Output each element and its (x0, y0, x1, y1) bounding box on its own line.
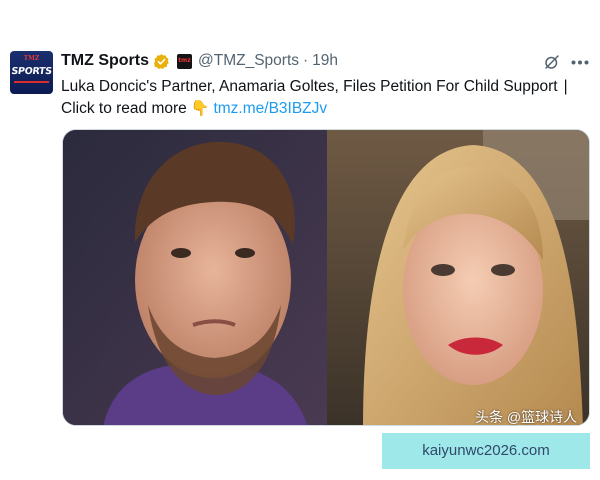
read-more-text: Click to read more (61, 100, 187, 117)
tweet-photo[interactable] (62, 129, 590, 426)
headline-text: Luka Doncic's Partner, Anamaria Goltes, … (61, 78, 558, 95)
verified-badge-icon[interactable] (153, 53, 170, 70)
tweet-card[interactable]: TMZ SPORTS TMZ Sports tmz @TMZ_Sports · … (0, 0, 600, 480)
author-handle[interactable]: @TMZ_Sports (198, 52, 299, 70)
affiliate-badge[interactable]: tmz (177, 53, 192, 69)
pointing-down-emoji-icon: 👇 (190, 100, 210, 117)
avatar-logo-small-text: TMZ (23, 55, 40, 62)
author-name[interactable]: TMZ Sports (61, 52, 149, 70)
tweet-text-line2: Click to read more 👇 tmz.me/B3IBZJv (61, 98, 591, 120)
avatar[interactable]: TMZ SPORTS (10, 51, 53, 94)
grok-icon[interactable] (543, 53, 561, 71)
source-credit: 头条 @篮球诗人 (475, 409, 578, 425)
affiliate-badge-text: tmz (178, 56, 191, 64)
watermark-banner[interactable]: kaiyunwc2026.com (382, 433, 590, 469)
timestamp[interactable]: 19h (312, 52, 338, 70)
tweet-text: Luka Doncic's Partner, Anamaria Goltes, … (61, 76, 591, 120)
avatar-stripe (14, 81, 49, 83)
watermark-text: kaiyunwc2026.com (422, 442, 550, 459)
tweet-header: TMZ Sports tmz @TMZ_Sports · 19h (61, 50, 338, 72)
separator-dot: · (303, 52, 309, 69)
more-options-icon[interactable] (571, 60, 589, 65)
article-link[interactable]: tmz.me/B3IBZJv (213, 100, 327, 117)
tweet-text-line1: Luka Doncic's Partner, Anamaria Goltes, … (61, 76, 591, 98)
composite-photo-image (63, 130, 589, 425)
pipe-separator: | (563, 78, 568, 95)
avatar-logo-text: SPORTS (10, 66, 53, 77)
